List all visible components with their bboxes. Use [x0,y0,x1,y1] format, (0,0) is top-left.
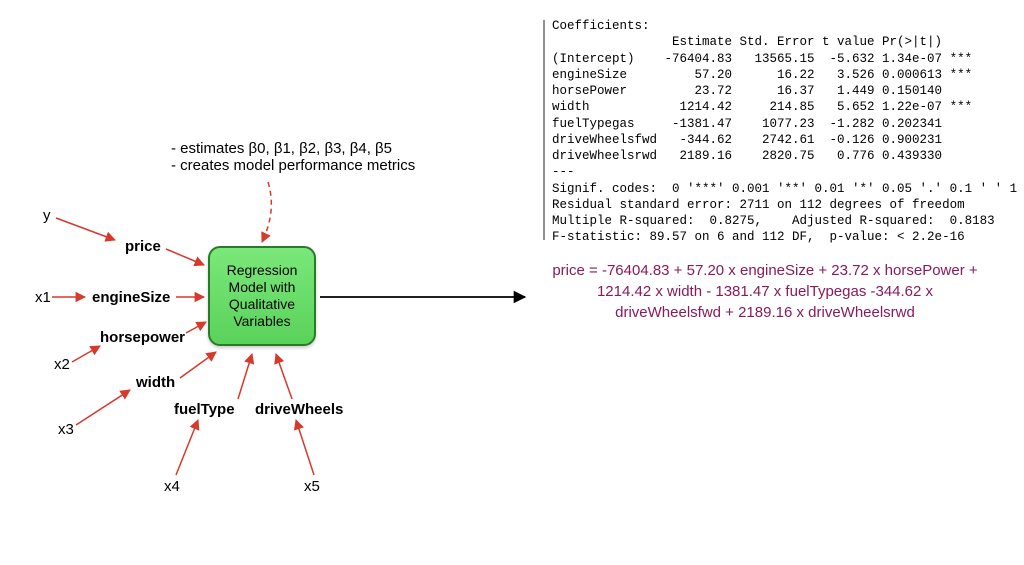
coef-row-6: driveWheelsrwd 2189.16 2820.75 0.776 0.4… [552,149,942,163]
arrow-drivewheels [276,354,292,399]
arrow-x4 [176,420,198,475]
arrow-hp [186,322,206,333]
equation-line-1: price = -76404.83 + 57.20 x engineSize +… [535,260,995,281]
coef-header: Estimate Std. Error t value Pr(>|t|) [552,35,942,49]
arrow-y [56,218,115,240]
arrow-notes [262,182,271,242]
arrow-x2 [72,346,100,362]
coef-row-0: (Intercept) -76404.83 13565.15 -5.632 1.… [552,52,972,66]
arrow-width [180,352,216,378]
coef-sep: --- [552,165,575,179]
regression-equation: price = -76404.83 + 57.20 x engineSize +… [535,260,995,323]
coef-title: Coefficients: [552,19,650,33]
equation-line-2: 1214.42 x width - 1381.47 x fuelTypegas … [535,281,995,302]
coef-row-4: fuelTypegas -1381.47 1077.23 -1.282 0.20… [552,117,942,131]
coef-resid: Residual standard error: 2711 on 112 deg… [552,198,965,212]
lm-output: Coefficients: Estimate Std. Error t valu… [552,18,1017,246]
coef-signif: Signif. codes: 0 '***' 0.001 '**' 0.01 '… [552,182,1017,196]
arrow-x3 [76,390,130,425]
equation-line-3: driveWheelsfwd + 2189.16 x driveWheelsrw… [535,302,995,323]
arrow-price [166,249,204,265]
coef-fstat: F-statistic: 89.57 on 6 and 112 DF, p-va… [552,230,965,244]
coef-row-3: width 1214.42 214.85 5.652 1.22e-07 *** [552,100,972,114]
coef-row-2: horsePower 23.72 16.37 1.449 0.150140 [552,84,942,98]
arrow-fueltype [238,354,252,399]
coef-row-5: driveWheelsfwd -344.62 2742.61 -0.126 0.… [552,133,942,147]
coef-row-1: engineSize 57.20 16.22 3.526 0.000613 **… [552,68,972,82]
arrow-x5 [296,420,314,475]
coef-r2: Multiple R-squared: 0.8275, Adjusted R-s… [552,214,995,228]
